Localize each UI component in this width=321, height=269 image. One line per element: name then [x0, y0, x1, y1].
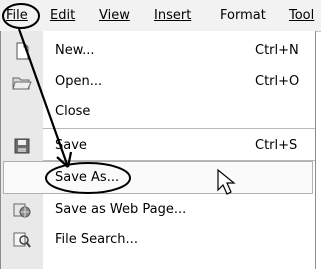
menu-item-label: New... [55, 43, 95, 58]
menu-insert-label: Insert [154, 8, 192, 23]
menu-item-label: Save As... [55, 170, 120, 185]
menu-separator [43, 128, 315, 129]
menu-item-label: Save [55, 138, 87, 153]
menu-item-new[interactable]: New... Ctrl+N [1, 36, 315, 65]
menu-edit-label: Edit [50, 8, 76, 23]
file-search-icon [13, 232, 31, 248]
menu-format[interactable]: Format [220, 8, 266, 23]
menu-item-save-as-web-page[interactable]: Save as Web Page... [1, 195, 315, 224]
menu-view[interactable]: View [99, 8, 130, 23]
menu-item-label: Open... [55, 74, 103, 89]
menu-insert[interactable]: Insert [154, 8, 191, 23]
menu-item-close[interactable]: Close [1, 97, 315, 126]
menu-tools-label: Tool [289, 8, 315, 23]
new-document-icon [16, 42, 29, 60]
file-menu-dropdown: New... Ctrl+N Open... Ctrl+O Close Save … [0, 31, 316, 269]
menu-file-mnemonic: File [6, 8, 28, 23]
save-disk-icon [14, 138, 30, 154]
menu-item-label: Save as Web Page... [55, 202, 187, 217]
menu-item-file-search[interactable]: File Search... [1, 225, 315, 254]
menu-edit[interactable]: Edit [50, 8, 75, 23]
menu-item-label: Close [55, 104, 91, 119]
open-folder-icon [12, 77, 32, 90]
menu-item-save-as[interactable]: Save As... [1, 161, 315, 194]
menu-item-shortcut: Ctrl+S [255, 138, 298, 153]
menu-item-label: File Search... [55, 232, 138, 247]
menu-file[interactable]: File [6, 8, 28, 23]
menu-item-shortcut: Ctrl+N [255, 43, 299, 58]
menu-item-shortcut: Ctrl+O [255, 74, 300, 89]
menu-item-highlight [3, 161, 313, 194]
menu-tools[interactable]: Tool [289, 8, 314, 23]
menu-format-label: Format [220, 8, 266, 23]
menu-bar: File Edit View Insert Format Tool [0, 0, 321, 32]
menu-item-save[interactable]: Save Ctrl+S [1, 131, 315, 160]
menu-view-label: View [99, 8, 130, 23]
menu-item-open[interactable]: Open... Ctrl+O [1, 67, 315, 96]
web-page-icon [13, 203, 31, 218]
